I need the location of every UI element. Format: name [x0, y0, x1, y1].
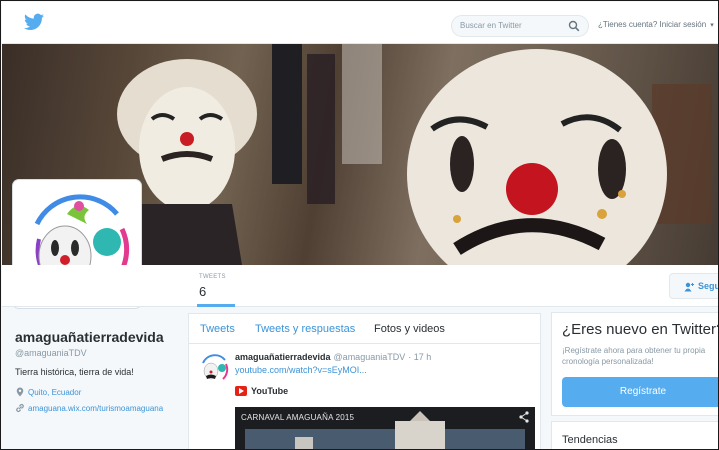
profile-nav-bar: TWEETS 6 Seguir [2, 265, 718, 307]
share-icon[interactable] [519, 411, 529, 423]
signup-button-label: Regístrate [619, 386, 667, 397]
search-box[interactable]: Buscar en Twitter [451, 15, 589, 37]
tweet-avatar-illustration [198, 352, 230, 384]
timeline-panel: Tweets Tweets y respuestas Fotos y video… [188, 313, 541, 449]
chevron-down-icon[interactable]: ▾ [710, 21, 714, 29]
profile-handle[interactable]: @amaguaniaTDV [15, 348, 87, 358]
profile-display-name[interactable]: amaguañatierradevida [15, 329, 164, 345]
profile-location-text: Quito, Ecuador [28, 388, 82, 397]
tweets-stat[interactable]: TWEETS 6 [197, 269, 235, 307]
follow-button-label: Seguir [698, 281, 718, 291]
tweet-author-avatar[interactable] [198, 352, 230, 384]
search-placeholder[interactable]: Buscar en Twitter [460, 21, 522, 30]
tweet-timestamp[interactable]: · 17 h [408, 352, 431, 362]
tweet-header: amaguañatierradevida @amaguaniaTDV · 17 h [235, 352, 431, 362]
tweets-stat-label: TWEETS [199, 274, 226, 280]
top-navigation-bar: Buscar en Twitter ¿Tienes cuenta? Inicia… [2, 2, 718, 44]
signup-title: ¿Eres nuevo en Twitter? [562, 321, 719, 338]
tweets-stat-value: 6 [199, 284, 207, 299]
profile-bio: Tierra histórica, tierra de vida! [15, 367, 134, 377]
video-player[interactable]: CARNAVAL AMAGUAÑA 2015 [235, 407, 535, 449]
timeline-tabs: Tweets Tweets y respuestas Fotos y video… [189, 314, 540, 344]
search-icon[interactable] [568, 20, 580, 32]
signup-card: ¿Eres nuevo en Twitter? ¡Regístrate ahor… [551, 312, 719, 416]
tab-photos-and-videos[interactable]: Fotos y videos [374, 323, 445, 335]
link-icon [16, 403, 24, 413]
twitter-bird-icon[interactable] [24, 13, 44, 31]
profile-website[interactable]: amaguana.wix.com/turismoamaguana [15, 403, 163, 413]
tweet-author-name[interactable]: amaguañatierradevida [235, 352, 331, 362]
video-title: CARNAVAL AMAGUAÑA 2015 [241, 413, 355, 422]
trends-title: Tendencias [562, 434, 618, 446]
login-text[interactable]: ¿Tienes cuenta? Iniciar sesión [598, 20, 706, 29]
location-pin-icon [16, 387, 24, 397]
tweet-link[interactable]: youtube.com/watch?v=sEyMOI... [235, 365, 367, 375]
youtube-source-label: YouTube [251, 386, 289, 396]
tweet-author-handle[interactable]: @amaguaniaTDV [334, 352, 406, 362]
trends-card: Tendencias [551, 421, 718, 449]
profile-website-link[interactable]: amaguana.wix.com/turismoamaguana [28, 404, 163, 413]
browser-frame: Buscar en Twitter ¿Tienes cuenta? Inicia… [0, 0, 719, 450]
follow-button[interactable]: Seguir [669, 273, 718, 299]
signup-subtitle: ¡Regístrate ahora para obtener tu propia… [562, 346, 706, 366]
signup-button[interactable]: Regístrate [562, 377, 718, 407]
profile-location: Quito, Ecuador [15, 387, 81, 397]
login-menu[interactable]: ¿Tienes cuenta? Iniciar sesión ▾ [598, 20, 714, 29]
youtube-logo-icon [235, 386, 247, 396]
tab-tweets-and-replies[interactable]: Tweets y respuestas [255, 323, 355, 335]
add-user-icon [684, 282, 694, 292]
tab-tweets[interactable]: Tweets [200, 323, 235, 335]
